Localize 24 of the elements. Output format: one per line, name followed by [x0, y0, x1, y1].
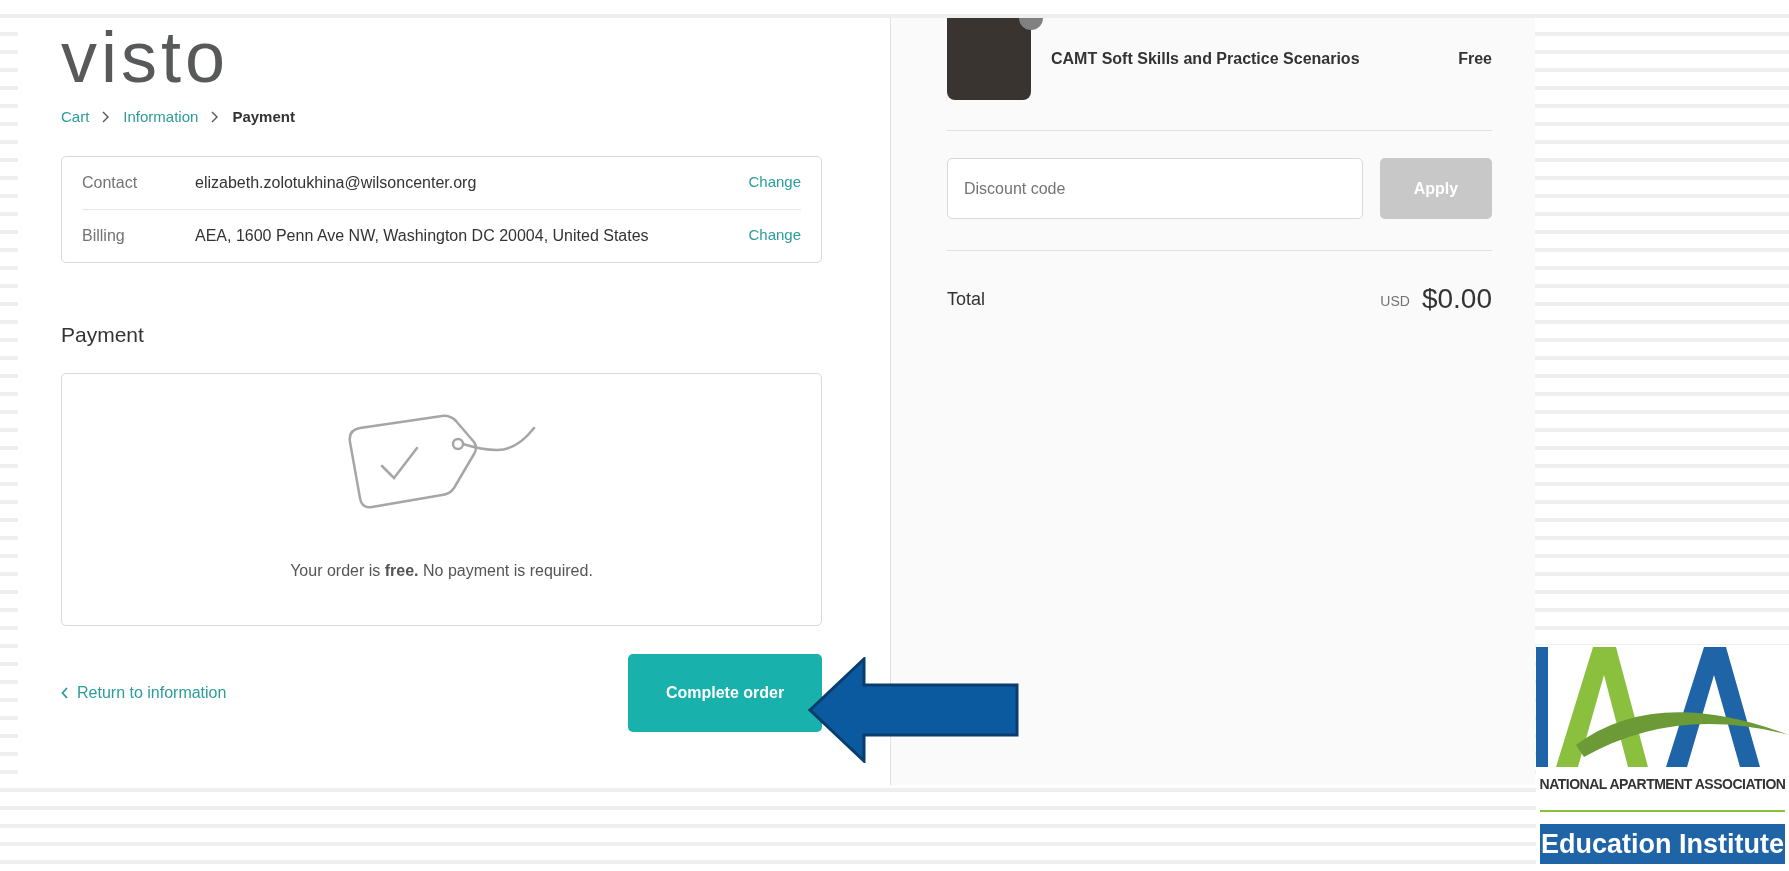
product-price: Free — [1458, 49, 1492, 69]
review-label: Billing — [82, 225, 126, 246]
association-name: NATIONAL APARTMENT ASSOCIATION — [1539, 775, 1786, 794]
association-logo-icon — [1536, 645, 1789, 770]
product-name: CAMT Soft Skills and Practice Scenarios — [1051, 49, 1361, 69]
review-value: AEA, 1600 Penn Ave NW, Washington DC 20004, United States — [195, 225, 650, 246]
return-link[interactable]: Return to information — [61, 681, 227, 705]
visto-logo: visto — [61, 20, 230, 94]
breadcrumb-link[interactable]: Cart — [61, 106, 90, 129]
chevron-left-icon — [61, 687, 69, 699]
total-label: Total — [947, 287, 987, 311]
currency-code: USD — [1380, 291, 1410, 311]
education-institute-banner: Education Institute — [1540, 824, 1785, 864]
complete-order-button[interactable]: Complete order — [628, 654, 822, 732]
total-amount: $0.00 — [1421, 282, 1492, 316]
change-link[interactable]: Change — [748, 171, 801, 194]
quantity-badge — [1019, 18, 1043, 30]
change-link[interactable]: Change — [748, 224, 801, 247]
breadcrumb-link[interactable]: Information — [123, 106, 199, 129]
breadcrumb-link[interactable]: Payment — [232, 106, 295, 129]
payment-heading: Payment — [61, 321, 145, 348]
free-order-message: Your order is free. No payment is required. — [290, 561, 593, 581]
review-value: elizabeth.zolotukhina@wilsoncenter.org — [195, 172, 478, 193]
review-label: Contact — [82, 172, 139, 193]
